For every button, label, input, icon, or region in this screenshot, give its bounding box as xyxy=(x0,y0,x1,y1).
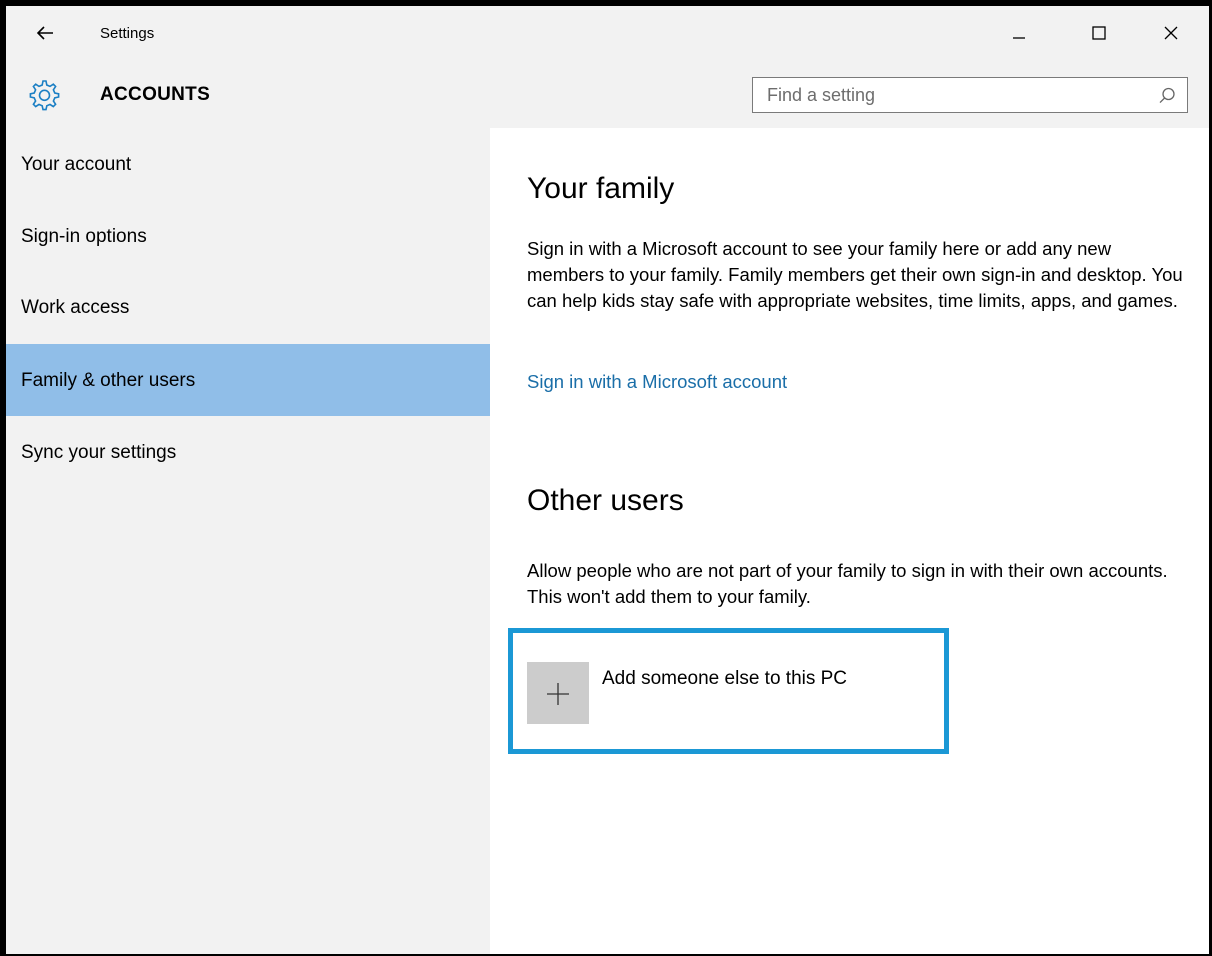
main-content: Your family Sign in with a Microsoft acc… xyxy=(490,128,1209,954)
window-title: Settings xyxy=(100,25,155,42)
maximize-button[interactable] xyxy=(1076,16,1122,50)
settings-window: Settings ACCOUNTS Find a setting Your ac… xyxy=(6,6,1209,954)
minimize-icon xyxy=(1013,37,1025,39)
maximize-icon xyxy=(1092,26,1106,40)
minimize-button[interactable] xyxy=(996,16,1042,50)
page-header: ACCOUNTS xyxy=(6,60,1209,128)
plus-icon xyxy=(547,683,569,705)
other-users-description: Allow people who are not part of your fa… xyxy=(527,560,1168,607)
sidebar-item-label: Your account xyxy=(21,154,132,175)
search-icon[interactable] xyxy=(1157,86,1177,106)
search-box[interactable] xyxy=(752,77,1188,113)
title-bar: Settings xyxy=(6,6,1209,60)
sidebar-item-label: Family & other users xyxy=(21,370,196,391)
search-input[interactable] xyxy=(753,78,1157,112)
sidebar-item-label: Sync your settings xyxy=(21,442,177,463)
sidebar-item-work-access[interactable]: Work access xyxy=(6,271,490,343)
sidebar-item-label: Sign-in options xyxy=(21,226,147,247)
close-button[interactable] xyxy=(1148,16,1194,50)
sidebar-item-your-account[interactable]: Your account xyxy=(6,128,490,200)
other-users-heading: Other users xyxy=(527,484,684,517)
sidebar-item-family-other-users[interactable]: Family & other users xyxy=(6,344,490,416)
sidebar-item-sign-in-options[interactable]: Sign-in options xyxy=(6,200,490,272)
sidebar-item-label: Work access xyxy=(21,297,130,318)
family-heading: Your family xyxy=(527,172,675,205)
add-user-button[interactable] xyxy=(527,662,589,724)
family-description: Sign in with a Microsoft account to see … xyxy=(527,238,1183,311)
section-title: ACCOUNTS xyxy=(100,84,211,105)
close-icon xyxy=(1164,26,1178,40)
microsoft-account-sign-in-link[interactable]: Sign in with a Microsoft account xyxy=(527,371,787,393)
back-arrow-icon xyxy=(36,26,53,40)
sidebar-item-sync-settings[interactable]: Sync your settings xyxy=(6,416,490,488)
add-someone-label[interactable]: Add someone else to this PC xyxy=(602,668,847,690)
gear-icon xyxy=(29,80,60,111)
back-button[interactable] xyxy=(30,20,60,46)
sidebar: Your account Sign-in options Work access… xyxy=(6,128,490,954)
